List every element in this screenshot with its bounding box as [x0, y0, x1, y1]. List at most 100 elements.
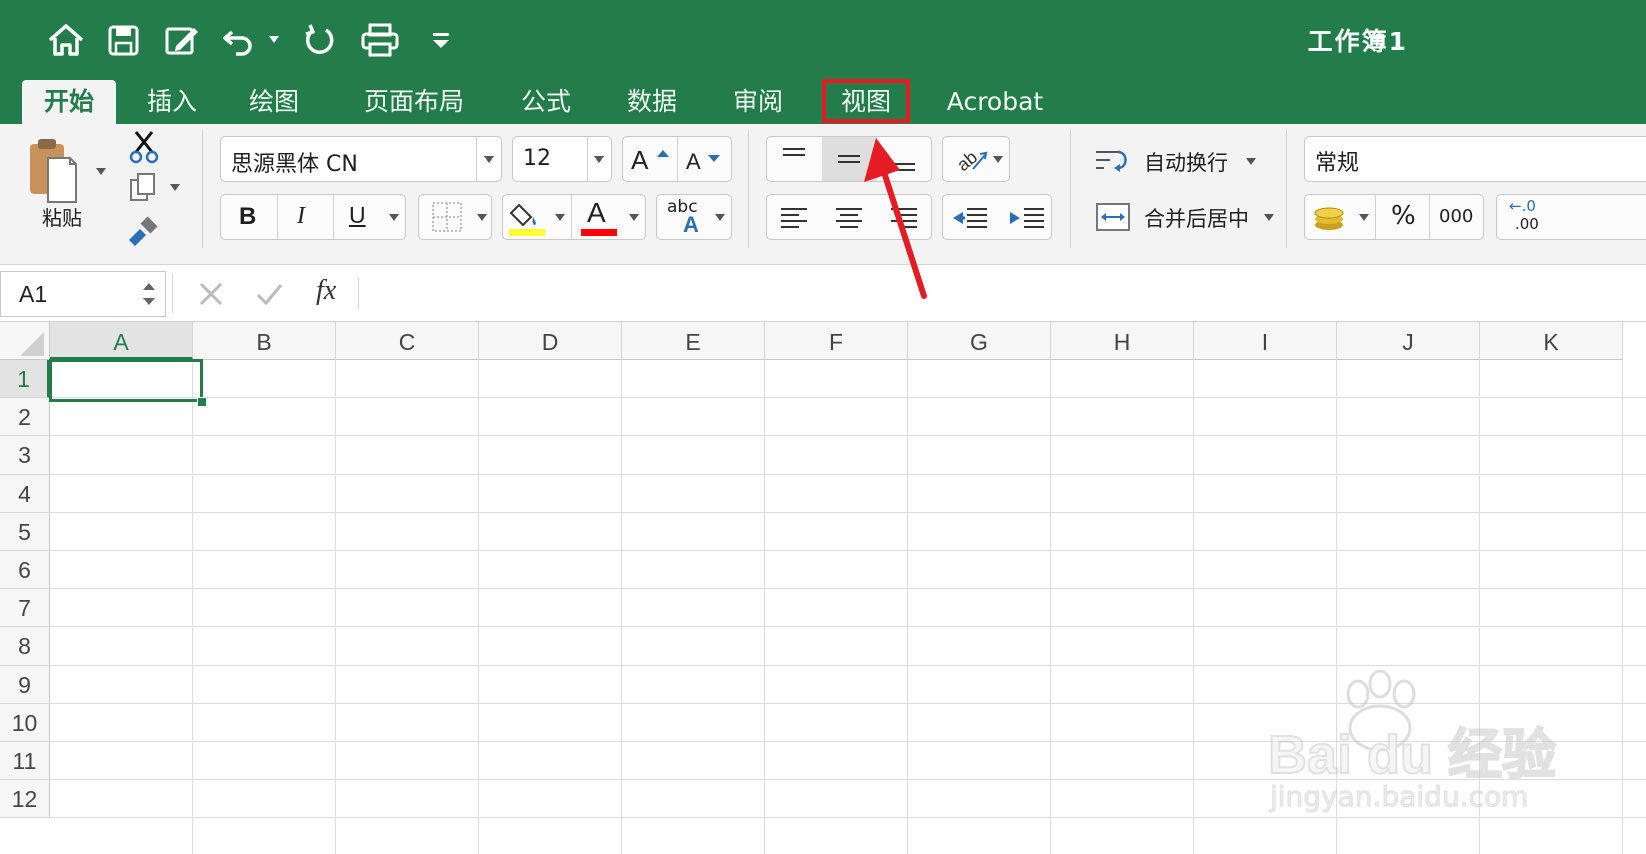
row-gridline — [50, 550, 1646, 551]
edit-icon[interactable] — [160, 20, 204, 60]
column-header-c[interactable]: C — [336, 322, 479, 360]
font-name-dropdown-icon — [484, 156, 494, 163]
row-header-1[interactable]: 1 — [0, 360, 50, 399]
paste-dropdown-icon[interactable] — [96, 168, 106, 175]
paste-icon[interactable] — [26, 136, 80, 204]
row-header-8[interactable]: 8 — [0, 627, 50, 666]
comma-style-button[interactable]: 000 — [1439, 206, 1473, 227]
align-left-button[interactable] — [767, 195, 822, 239]
fill-handle[interactable] — [197, 397, 207, 407]
row-gridline — [50, 664, 1646, 666]
format-painter-icon[interactable] — [126, 216, 160, 246]
row-header-5[interactable]: 5 — [0, 512, 50, 551]
tab-page-layout[interactable]: 页面布局 — [350, 80, 478, 124]
undo-dropdown-icon[interactable] — [269, 36, 279, 43]
print-icon[interactable] — [358, 20, 402, 60]
selected-cell-a1[interactable] — [49, 359, 203, 402]
formula-input[interactable] — [370, 271, 1640, 315]
row-header-4[interactable]: 4 — [0, 474, 50, 513]
tab-review[interactable]: 审阅 — [712, 80, 804, 124]
row-header-6[interactable]: 6 — [0, 551, 50, 590]
document-title: 工作簿1 — [1307, 27, 1408, 56]
font-color-button[interactable]: A — [587, 197, 606, 229]
column-header-e[interactable]: E — [622, 322, 765, 360]
ribbon-separator — [748, 130, 749, 248]
decimal-buttons: ←.0 .00 — [1496, 194, 1646, 240]
column-header-b[interactable]: B — [193, 322, 336, 360]
orientation-dropdown-icon — [993, 156, 1003, 163]
fill-color-dropdown-icon[interactable] — [555, 214, 565, 221]
column-header-i[interactable]: I — [1194, 322, 1337, 360]
italic-button[interactable]: I — [297, 203, 305, 230]
redo-icon[interactable] — [298, 20, 342, 60]
undo-icon[interactable] — [220, 20, 264, 60]
column-header-d[interactable]: D — [479, 322, 622, 360]
enter-check-icon[interactable] — [254, 279, 284, 309]
accounting-dropdown-icon[interactable] — [1359, 214, 1369, 221]
phonetic-button[interactable]: abc A — [656, 194, 732, 240]
tab-draw[interactable]: 绘图 — [228, 80, 320, 124]
name-box-stepper-icon[interactable] — [141, 279, 157, 309]
accounting-format-icon[interactable] — [1307, 195, 1351, 239]
row-header-2[interactable]: 2 — [0, 398, 50, 437]
decrease-font-size-button[interactable]: A — [678, 137, 732, 181]
row-gridline — [50, 588, 1646, 590]
merge-center-label: 合并后居中 — [1144, 207, 1249, 231]
row-header-7[interactable]: 7 — [0, 589, 50, 628]
svg-text:A: A — [631, 145, 649, 175]
home-icon[interactable] — [44, 20, 88, 60]
tab-formulas[interactable]: 公式 — [500, 80, 592, 124]
percent-button[interactable]: % — [1391, 201, 1416, 231]
font-name-select[interactable]: 思源黑体 CN — [220, 136, 502, 182]
wrap-text-dropdown-icon — [1246, 158, 1256, 165]
font-color-dropdown-icon[interactable] — [629, 214, 639, 221]
copy-dropdown-icon[interactable] — [170, 184, 180, 191]
row-gridline — [50, 626, 1646, 628]
align-top-button[interactable] — [767, 137, 822, 181]
orientation-button[interactable]: ab — [942, 136, 1010, 182]
underline-button[interactable]: U — [349, 202, 366, 229]
select-all-corner[interactable] — [0, 322, 50, 360]
cut-icon[interactable] — [128, 130, 160, 164]
increase-decimal-button[interactable]: ←.0 .00 — [1497, 195, 1557, 239]
copy-icon[interactable] — [128, 172, 158, 202]
column-header-g[interactable]: G — [908, 322, 1051, 360]
column-header-a[interactable]: A — [50, 322, 193, 360]
customize-icon[interactable] — [420, 20, 464, 60]
orientation-icon: ab — [953, 147, 988, 175]
number-format-select[interactable]: 常规 — [1304, 136, 1646, 182]
indent-buttons — [942, 194, 1052, 240]
row-header-11[interactable]: 11 — [0, 742, 50, 781]
number-format-value: 常规 — [1315, 151, 1360, 176]
save-icon[interactable] — [102, 20, 146, 60]
column-header-h[interactable]: H — [1051, 322, 1194, 360]
increase-indent-button[interactable] — [998, 195, 1053, 239]
name-box[interactable]: A1 — [0, 271, 166, 317]
tab-acrobat[interactable]: Acrobat — [930, 80, 1060, 124]
font-size-dropdown-icon — [594, 156, 604, 163]
tab-insert[interactable]: 插入 — [126, 80, 218, 124]
row-gridline — [50, 435, 1646, 437]
decrease-indent-button[interactable] — [943, 195, 998, 239]
column-header-j[interactable]: J — [1337, 322, 1480, 360]
column-header-k[interactable]: K — [1480, 322, 1623, 360]
column-header-f[interactable]: F — [765, 322, 908, 360]
color-buttons: A — [502, 194, 646, 240]
row-header-10[interactable]: 10 — [0, 703, 50, 742]
font-size-select[interactable]: 12 — [512, 136, 612, 182]
row-header-12[interactable]: 12 — [0, 780, 50, 819]
tab-data[interactable]: 数据 — [606, 80, 698, 124]
baidu-url-text: jingyan.baidu.com — [1269, 780, 1529, 814]
bold-button[interactable]: B — [239, 203, 256, 231]
increase-font-size-button[interactable]: A — [623, 137, 677, 181]
borders-button[interactable] — [418, 194, 492, 240]
underline-dropdown-icon[interactable] — [389, 214, 399, 221]
insert-function-button[interactable]: fx — [316, 275, 336, 307]
button-divider — [1429, 195, 1430, 239]
row-header-3[interactable]: 3 — [0, 436, 50, 475]
cancel-icon[interactable] — [196, 279, 226, 309]
tab-home[interactable]: 开始 — [22, 80, 116, 124]
row-header-9[interactable]: 9 — [0, 665, 50, 704]
increase-decimal-top: ←.0 — [1509, 197, 1536, 215]
fill-color-icon[interactable] — [507, 195, 547, 239]
